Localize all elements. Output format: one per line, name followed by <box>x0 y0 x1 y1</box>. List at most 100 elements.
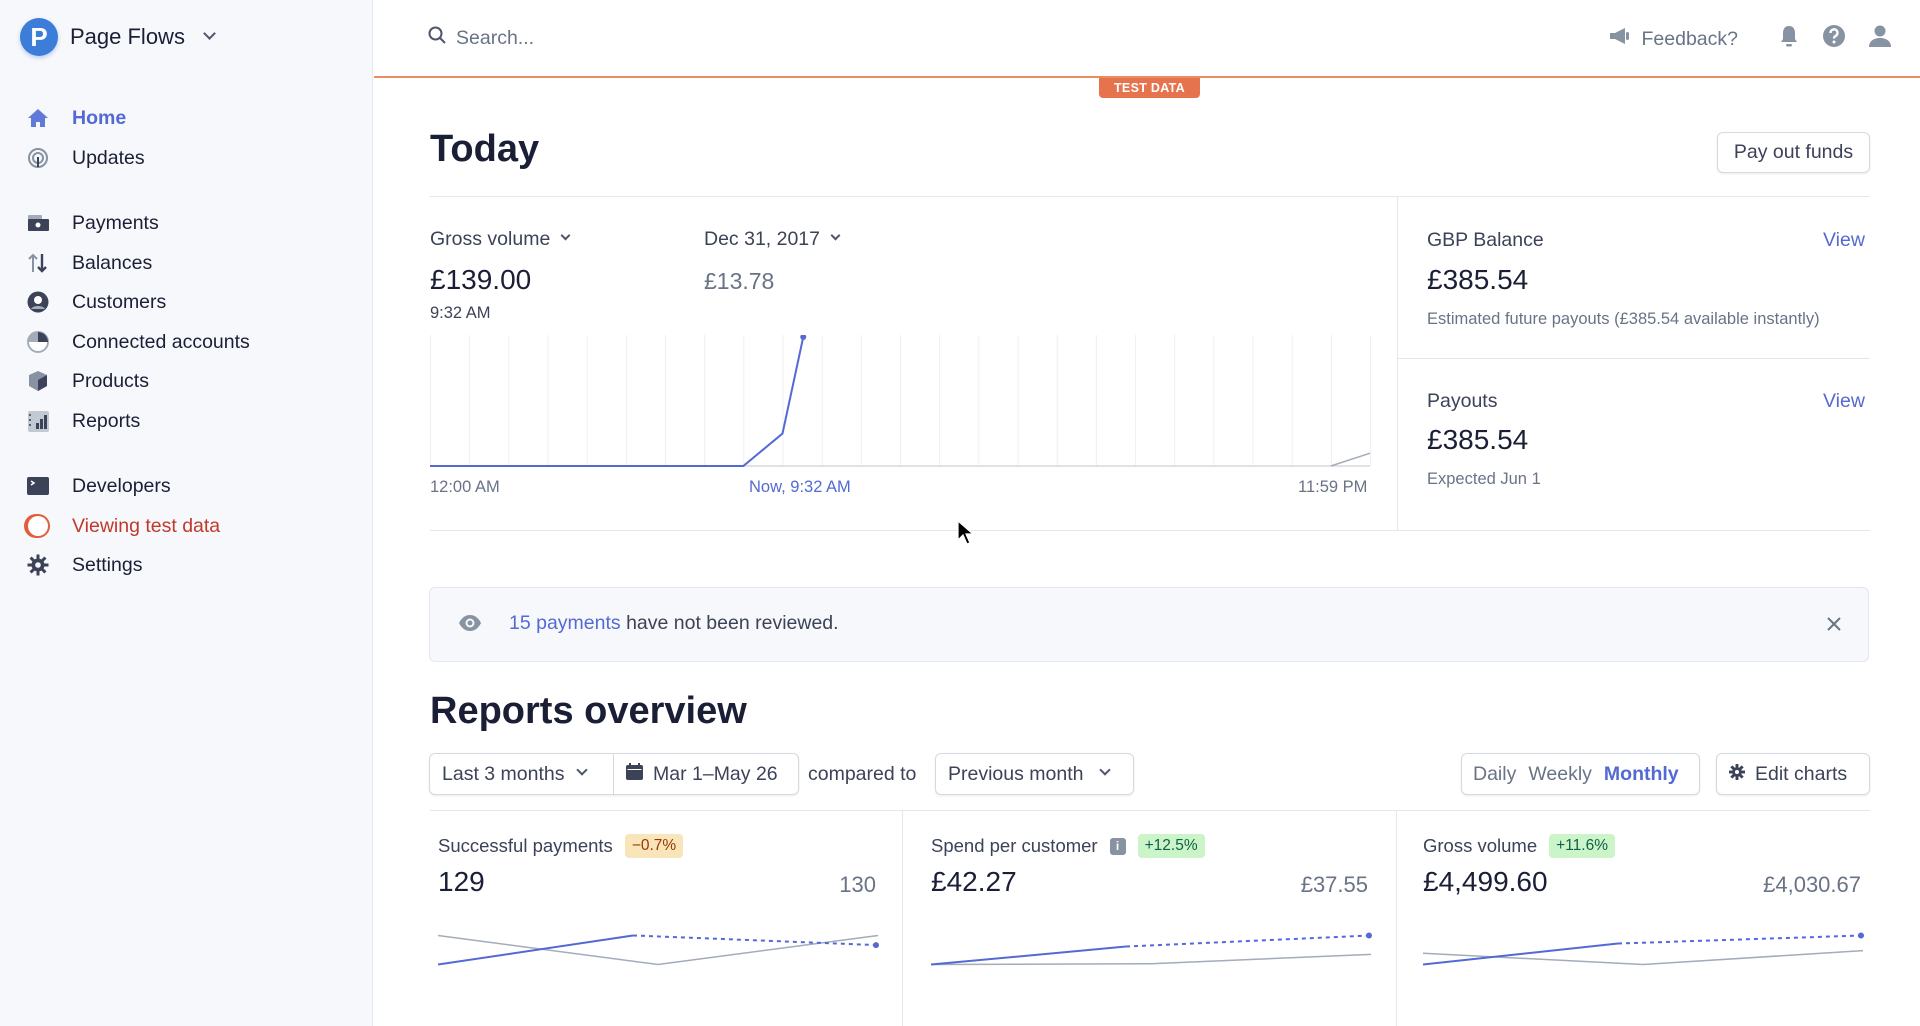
payouts-view-link[interactable]: View <box>1823 390 1865 413</box>
sidebar-item-label: Reports <box>72 409 141 432</box>
sparkline-end-point <box>1366 932 1372 939</box>
sidebar: P Page Flows Home Updates Payments Balan… <box>0 0 373 1026</box>
divider <box>1397 197 1398 530</box>
account-switcher[interactable]: P Page Flows <box>20 18 216 56</box>
search-icon <box>428 26 446 50</box>
sidebar-item-label: Connected accounts <box>72 330 250 353</box>
calendar-icon <box>626 762 643 786</box>
sidebar-item-test-data-toggle[interactable]: Viewing test data <box>24 511 220 541</box>
divider <box>430 196 1870 197</box>
sidebar-item-label: Products <box>72 369 149 392</box>
divider <box>1396 811 1397 1026</box>
comparison-label: Previous month <box>948 762 1084 785</box>
interval-weekly[interactable]: Weekly <box>1528 763 1592 786</box>
sidebar-item-label: Customers <box>72 290 167 313</box>
date-range-group: Last 3 months Mar 1–May 26 <box>429 753 799 795</box>
sidebar-item-connected-accounts[interactable]: Connected accounts <box>26 327 250 357</box>
card-previous-value: £4,030.67 <box>1763 872 1861 897</box>
mouse-cursor <box>957 520 975 545</box>
axis-label-end: 11:59 PM <box>1298 478 1368 496</box>
help-icon[interactable] <box>1822 24 1846 54</box>
pay-out-funds-button[interactable]: Pay out funds <box>1717 132 1870 173</box>
interval-toggle: Daily Weekly Monthly <box>1461 753 1700 795</box>
sparkline-end-point <box>1858 932 1864 939</box>
series-compare-line <box>1330 452 1371 467</box>
axis-label-start: 12:00 AM <box>430 478 500 496</box>
today-gross-volume: £139.00 <box>430 264 532 295</box>
sparkline-current-projected <box>1125 934 1372 948</box>
close-icon[interactable] <box>1826 616 1842 637</box>
sidebar-item-payments[interactable]: Payments <box>26 208 159 238</box>
payouts-title: Payouts <box>1427 390 1498 412</box>
card-title-text: Successful payments <box>438 835 613 856</box>
card-previous-value: £37.55 <box>1300 872 1368 897</box>
eye-icon <box>458 614 482 637</box>
account-name: Page Flows <box>70 24 185 49</box>
gear-icon <box>26 553 50 577</box>
sidebar-item-products[interactable]: Products <box>26 366 149 396</box>
balances-icon <box>26 251 50 275</box>
sidebar-item-reports[interactable]: Reports <box>26 406 140 436</box>
interval-monthly[interactable]: Monthly <box>1604 763 1679 786</box>
sparkline-spend-per-customer <box>931 932 1372 966</box>
sidebar-item-updates[interactable]: Updates <box>26 143 145 173</box>
sparkline-current <box>931 945 1127 966</box>
metric-selector-label: Gross volume <box>430 228 551 250</box>
connected-accounts-icon <box>26 330 50 354</box>
sparkline-current-projected <box>1617 934 1864 945</box>
payments-icon <box>26 211 50 235</box>
account-icon[interactable] <box>1868 24 1892 54</box>
metric-selector[interactable]: Gross volume <box>430 228 571 251</box>
page-title: Today <box>430 128 540 170</box>
report-card-title[interactable]: Successful payments −0.7% <box>438 834 684 858</box>
chevron-down-icon <box>576 764 589 776</box>
sparkline-gross-volume <box>1423 932 1864 966</box>
date-picker[interactable]: Mar 1–May 26 <box>614 762 790 786</box>
card-previous-value: 130 <box>839 872 876 897</box>
chevron-down-icon <box>1099 764 1112 776</box>
divider <box>430 810 1870 811</box>
change-badge: −0.7% <box>624 834 684 858</box>
compared-to-label: compared to <box>808 763 917 785</box>
report-card-title[interactable]: Spend per customer i +12.5% <box>931 834 1205 858</box>
toggle-icon[interactable] <box>24 514 50 538</box>
interval-daily[interactable]: Daily <box>1473 763 1516 786</box>
edit-charts-label: Edit charts <box>1755 762 1848 785</box>
brand-logo: P <box>20 18 58 56</box>
test-data-switch[interactable] <box>24 514 50 538</box>
comparison-selector[interactable]: Previous month <box>935 753 1134 795</box>
edit-charts-button[interactable]: Edit charts <box>1716 753 1870 795</box>
customers-icon <box>26 290 50 314</box>
compare-gross-volume: £13.78 <box>704 268 775 294</box>
chevron-down-icon <box>203 26 216 40</box>
report-card-title[interactable]: Gross volume +11.6% <box>1423 834 1615 858</box>
products-icon <box>26 369 50 393</box>
sidebar-item-label: Payments <box>72 211 159 234</box>
bell-icon[interactable] <box>1778 24 1800 54</box>
search-input[interactable]: Search... <box>456 27 534 50</box>
broadcast-icon <box>26 146 50 170</box>
sidebar-item-home[interactable]: Home <box>26 103 126 133</box>
payments-review-link[interactable]: 15 payments <box>509 612 621 634</box>
today-chart <box>430 335 1371 467</box>
sidebar-item-balances[interactable]: Balances <box>26 248 152 278</box>
gear-icon <box>1729 763 1745 786</box>
sidebar-item-settings[interactable]: Settings <box>26 550 142 580</box>
compare-date-selector[interactable]: Dec 31, 2017 <box>704 228 841 251</box>
card-value: 129 <box>438 866 485 897</box>
sidebar-item-developers[interactable]: Developers <box>26 471 171 501</box>
sidebar-item-label: Settings <box>72 553 143 576</box>
balance-view-link[interactable]: View <box>1823 229 1865 252</box>
payouts-note: Expected Jun 1 <box>1427 470 1541 488</box>
card-title-text: Spend per customer <box>931 835 1098 856</box>
card-value: £42.27 <box>931 866 1017 897</box>
sparkline-end-point <box>873 942 879 949</box>
sparkline-successful-payments <box>438 934 879 966</box>
reports-title: Reports overview <box>430 690 747 732</box>
range-selector[interactable]: Last 3 months <box>430 754 614 794</box>
search-field[interactable]: Search... <box>428 26 534 50</box>
feedback-button[interactable]: Feedback? <box>1608 27 1738 51</box>
info-icon[interactable]: i <box>1109 837 1126 855</box>
sidebar-item-customers[interactable]: Customers <box>26 287 166 317</box>
compare-date-label: Dec 31, 2017 <box>704 228 821 250</box>
